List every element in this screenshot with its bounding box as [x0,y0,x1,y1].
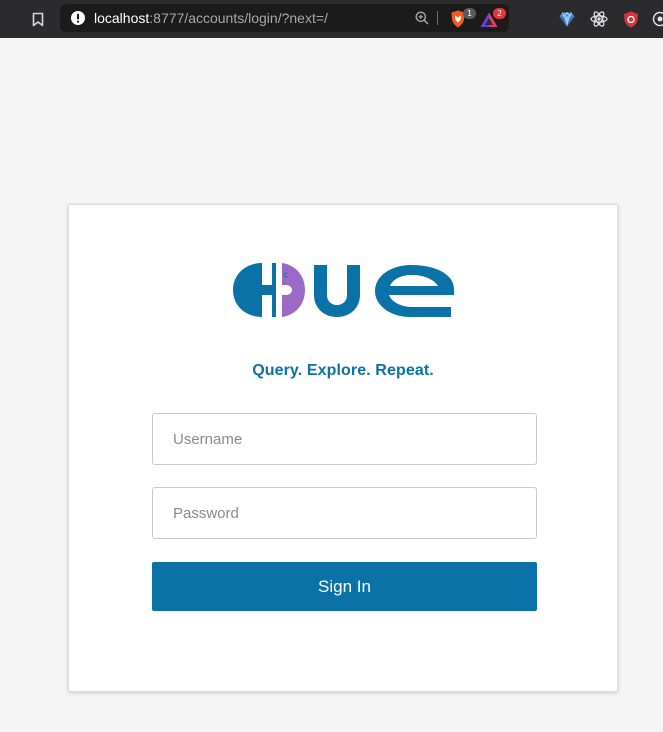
hue-logo [232,257,457,319]
url-host: localhost [94,10,150,26]
bookmark-icon[interactable] [28,9,48,29]
url-text[interactable]: localhost:8777/accounts/login/?next=/ [94,10,328,26]
shield-extension-icon[interactable] [621,9,641,29]
username-input[interactable] [152,413,537,465]
tagline: Query. Explore. Repeat. [252,362,434,379]
rewards-count-badge: 2 [493,8,506,19]
url-path: :8777/accounts/login/?next=/ [149,10,328,26]
shields-count-badge: 1 [463,8,476,19]
address-bar-divider [437,11,438,25]
brave-rewards-icon[interactable]: 2 [480,8,508,28]
browser-toolbar: localhost:8777/accounts/login/?next=/ 1 [0,0,663,38]
site-info-icon[interactable] [71,11,85,25]
brave-shields-icon[interactable]: 1 [450,8,476,28]
zoom-icon[interactable] [415,11,429,25]
extension-icon[interactable] [650,9,663,29]
address-bar[interactable]: localhost:8777/accounts/login/?next=/ 1 [60,4,509,32]
gem-extension-icon[interactable] [557,9,577,29]
login-card: Query. Explore. Repeat. Sign In [68,204,618,692]
sign-in-button[interactable]: Sign In [152,562,537,611]
password-input[interactable] [152,487,537,539]
react-devtools-icon[interactable] [589,9,609,29]
